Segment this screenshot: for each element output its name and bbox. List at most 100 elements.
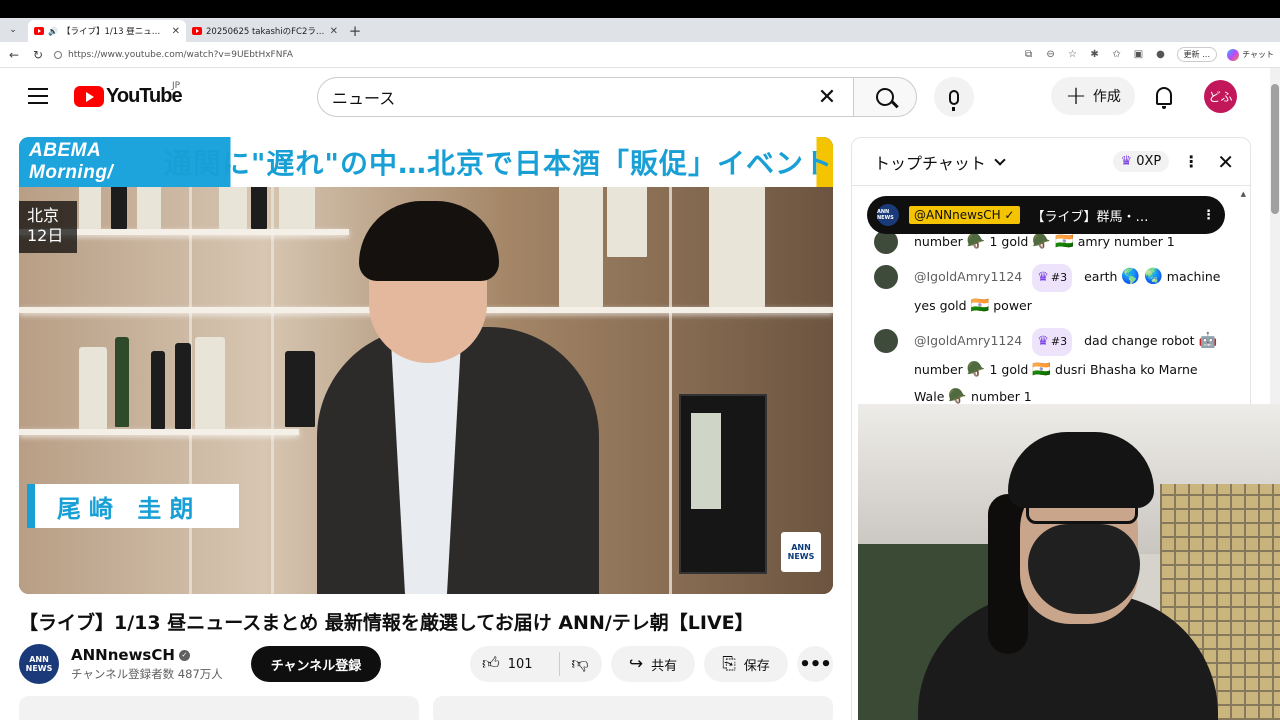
browser-tab[interactable]: 20250625 takashiのFC2ライブ配信の ✕ [186, 20, 344, 42]
site-info-icon[interactable] [54, 50, 62, 59]
copilot-chat-button[interactable]: チャット [1227, 48, 1274, 61]
account-avatar[interactable]: どふ [1204, 80, 1237, 113]
chat-message[interactable]: @IgoldAmry1124 ♛ #3 earth 🌎 🌏 machine yes… [852, 259, 1250, 323]
youtube-logo[interactable]: YouTube [74, 85, 183, 108]
description-card[interactable] [433, 696, 833, 720]
xp-label: 0XP [1136, 154, 1162, 169]
chat-message-body: @IgoldAmry1124 ♛ #3 earth 🌎 🌏 machine yes… [914, 263, 1230, 319]
pinned-message[interactable]: ANN NEWS @ANNnewsCH ✓ 【ライブ】群馬・… ⋮ [867, 196, 1225, 234]
chat-message-body: @IgoldAmry1124 ♛ #3 dad change robot 🤖 nu… [914, 327, 1230, 410]
more-actions-button[interactable]: ••• [797, 646, 833, 682]
reporter-name-caption: 尾崎 圭朗 [27, 484, 239, 528]
description-area [19, 696, 833, 720]
new-tab-icon[interactable]: + [344, 20, 366, 42]
collections-icon[interactable]: ▣ [1133, 49, 1145, 61]
search-input[interactable]: ニュース ✕ [317, 77, 853, 117]
video-owner-row: ANN NEWS ANNnewsCH ✓ チャンネル登録者数 487万人 チャン… [19, 643, 833, 685]
scroll-up-icon[interactable]: ▲ [1241, 190, 1246, 198]
ann-bug-top: ANN [791, 543, 811, 552]
pinned-avatar: ANN NEWS [877, 204, 899, 226]
favorites-icon[interactable]: ✩ [1111, 49, 1123, 61]
channel-avatar[interactable]: ANN NEWS [19, 644, 59, 684]
subscribe-button[interactable]: チャンネル登録 [251, 646, 381, 682]
channel-avatar-top: ANN [29, 655, 49, 664]
channel-name: ANNnewsCH [71, 646, 175, 664]
chat-text: dad change robot [1084, 333, 1195, 348]
back-icon[interactable]: ← [6, 47, 22, 63]
india-flag-icon: 🇮🇳 [1055, 232, 1074, 250]
rank-badge: ♛ #3 [1032, 328, 1073, 356]
dislike-button[interactable]: 👎︎ [560, 653, 600, 674]
create-label: 作成 [1092, 89, 1121, 105]
share-label: 共有 [651, 658, 678, 674]
verified-icon: ✓ [178, 649, 190, 661]
sake-box [285, 351, 315, 427]
bookmark-icon: ⎘ [722, 653, 736, 674]
crown-icon: ♛ [1037, 334, 1049, 349]
favorite-star-icon[interactable]: ☆ [1067, 49, 1079, 61]
close-icon[interactable]: ✕ [1217, 150, 1234, 174]
video-actions: 👍︎ 101 👎︎ ↪ 共有 ⎘ 保存 ••• [470, 646, 833, 682]
chat-mode-selector[interactable]: トップチャット [874, 150, 1113, 174]
helmet-emoji-icon: 🪖 [948, 387, 968, 405]
plus-icon: + [1065, 81, 1087, 111]
share-button[interactable]: ↪ 共有 [611, 646, 695, 682]
bell-icon [1156, 87, 1172, 109]
search-button[interactable] [853, 77, 917, 117]
tab-close-icon[interactable]: ✕ [172, 26, 180, 37]
reload-icon[interactable]: ↻ [30, 47, 46, 63]
shelf [19, 429, 299, 435]
chat-author[interactable]: @IgoldAmry1124 [914, 333, 1022, 348]
sake-bottle [175, 343, 191, 429]
voice-search-button[interactable] [934, 77, 974, 117]
video-player[interactable]: ABEMA Morning/ 通関に"遅れ"の中…北京で日本酒「販促」イベント … [19, 137, 833, 594]
chat-more-icon[interactable]: ⋮ [1183, 152, 1199, 171]
page-scrollbar-thumb[interactable] [1271, 84, 1279, 214]
search-icon [876, 88, 894, 106]
tab-title: 20250625 takashiのFC2ライブ配信の [206, 27, 326, 37]
chat-author[interactable]: @IgoldAmry1124 [914, 269, 1022, 284]
chat-text: power [993, 298, 1032, 313]
india-flag-icon: 🇮🇳 [1032, 360, 1052, 378]
sake-box [195, 337, 225, 429]
clear-search-icon[interactable]: ✕ [815, 85, 839, 110]
create-button[interactable]: + 作成 [1051, 77, 1135, 115]
save-button[interactable]: ⎘ 保存 [704, 646, 788, 682]
like-button[interactable]: 👍︎ 101 [482, 652, 560, 676]
description-card[interactable] [19, 696, 419, 720]
thumbs-down-icon: 👎︎ [571, 653, 589, 674]
update-button[interactable]: 更新 … [1176, 47, 1218, 62]
tab-close-icon[interactable]: ✕ [330, 26, 338, 37]
chevron-down-icon [994, 153, 1006, 166]
chat-message[interactable]: @IgoldAmry1124 ♛ #3 dad change robot 🤖 nu… [852, 323, 1250, 414]
speaker-icon[interactable]: 🔊 [48, 27, 58, 36]
streamer-mask [1028, 524, 1140, 614]
search-query: ニュース [332, 89, 396, 108]
rank-badge: ♛ #3 [1032, 264, 1073, 292]
app-install-icon[interactable]: ⧉ [1023, 49, 1035, 61]
xp-badge[interactable]: ♛ 0XP [1112, 151, 1170, 172]
location-date: 12日 [27, 226, 64, 245]
browser-tab-active[interactable]: 🔊 【ライブ】1/13 昼ニュースまとめ 最新 ✕ [28, 20, 186, 42]
youtube-favicon-icon [192, 27, 202, 35]
pinned-more-icon[interactable]: ⋮ [1202, 208, 1215, 223]
extensions-icon[interactable]: ✱ [1089, 49, 1101, 61]
ann-news-logo: ANN NEWS [781, 532, 821, 572]
sake-box [79, 347, 107, 429]
ann-bug-bottom: NEWS [787, 552, 815, 561]
notifications-button[interactable] [1150, 82, 1178, 110]
video-title: 【ライブ】1/13 昼ニュースまとめ 最新情報を厳選してお届け ANN/テレ朝【… [19, 612, 754, 634]
tab-list-dropdown-icon[interactable]: ⌄ [2, 19, 24, 41]
url-field[interactable]: https://www.youtube.com/watch?v=9UEbtHxF… [54, 50, 1015, 60]
menu-icon[interactable] [28, 88, 48, 104]
profile-icon[interactable]: ● [1155, 49, 1167, 61]
pinned-author: @ANNnewsCH ✓ [909, 206, 1020, 224]
tab-title: 【ライブ】1/13 昼ニュースまとめ 最新 [61, 27, 168, 37]
region-code: JP [172, 81, 181, 91]
channel-name-row[interactable]: ANNnewsCH ✓ [71, 646, 241, 664]
chat-text: number [914, 234, 963, 249]
shelf-post [271, 187, 274, 594]
channel-avatar-bottom: NEWS [25, 664, 53, 673]
zoom-icon[interactable]: ⊖ [1045, 49, 1057, 61]
location-caption: 北京 12日 [19, 201, 77, 253]
